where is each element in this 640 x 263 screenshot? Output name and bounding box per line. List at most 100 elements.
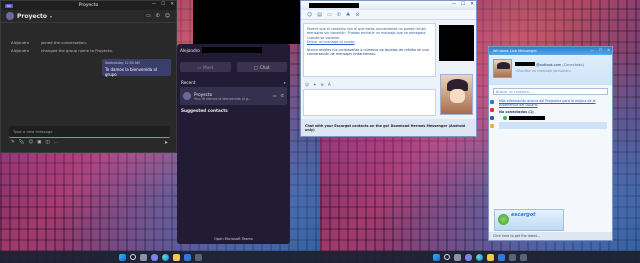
redacted-block	[309, 3, 359, 8]
recent-header: Recent ⌕	[177, 80, 290, 85]
personal-message[interactable]: <Escribe un mensaje personal>	[515, 69, 584, 73]
selected-row[interactable]	[499, 122, 607, 129]
mail-icon[interactable]	[490, 100, 494, 104]
chat-label: Chat	[259, 64, 270, 70]
recent-chat-item[interactable]: Proyecto You: Te damos la bienvenida al …	[180, 87, 287, 105]
search-icon[interactable]: ⌕	[284, 80, 286, 85]
character-face	[450, 89, 465, 103]
spaces-icon[interactable]	[490, 108, 494, 112]
event-user: Alejandro	[11, 47, 29, 53]
maximize-button[interactable]: ☐	[599, 48, 602, 52]
video-icon: ▭	[197, 64, 202, 70]
minimize-button[interactable]: —	[152, 2, 157, 7]
call-icon[interactable]: ✆	[337, 12, 341, 18]
messenger-sidebar	[490, 100, 495, 128]
escargot-brand: escargot	[511, 212, 536, 218]
emoji-icon[interactable]: ☺	[28, 140, 33, 145]
open-teams-link[interactable]: Open Microsoft Teams	[177, 237, 290, 241]
chat-icon: ▢	[253, 64, 258, 70]
witch-hat	[497, 62, 510, 69]
attach-icon[interactable]: 📎	[19, 140, 25, 145]
flyout-user-name: Alejandro	[180, 47, 200, 53]
my-status[interactable]: (Conectado)	[562, 63, 584, 67]
redacted-block	[509, 116, 545, 120]
maximize-button[interactable]: ☐	[461, 2, 465, 7]
store-icon[interactable]	[183, 253, 191, 261]
search-icon[interactable]	[444, 254, 450, 260]
message-input[interactable]: Type a new message	[9, 126, 170, 138]
teams-chat-icon[interactable]	[465, 253, 472, 261]
contact-display-picture	[440, 74, 473, 115]
close-button[interactable]: ✕	[470, 2, 474, 7]
audio-call-icon[interactable]: ✆	[156, 13, 160, 19]
teams-chat-icon[interactable]	[150, 253, 158, 261]
task-view-icon[interactable]	[454, 253, 461, 261]
more-icon[interactable]: …	[54, 140, 59, 145]
invite-icon[interactable]: ☺	[307, 12, 312, 18]
video-icon[interactable]: ▭	[327, 12, 332, 18]
format-icon[interactable]: ✎	[11, 140, 15, 145]
messenger-taskbar-icon[interactable]	[509, 253, 516, 261]
escargot-banner[interactable]: escargot	[494, 209, 564, 231]
minimize-button[interactable]: —	[590, 48, 594, 52]
video-call-icon[interactable]: ▭	[273, 93, 277, 98]
app-icon[interactable]	[194, 253, 202, 261]
desktop-left: 69 Proyecto — ☐ ✕ Proyecto ▾ ▭ ✆ ☺ Aleja…	[0, 0, 320, 263]
teams-flyout: Alejandro ▭ Meet ▢ Chat Recent ⌕ Proyect…	[177, 44, 290, 244]
audio-call-icon[interactable]: ✆	[281, 93, 284, 98]
messenger-taskbar-icon[interactable]	[520, 253, 527, 261]
maximize-button[interactable]: ☐	[161, 2, 165, 7]
system-event: Alejandro joined the conversation.	[1, 38, 176, 46]
conversation-toolbar: ☺ ▤ ▭ ✆ ♣ ⊘	[301, 10, 476, 20]
contact-row[interactable]	[503, 116, 612, 120]
people-icon[interactable]: ☺	[165, 13, 170, 19]
email-link[interactable]: Enviar un mensaje al correo	[307, 40, 432, 44]
files-icon[interactable]: ▤	[317, 12, 322, 18]
minimize-button[interactable]: —	[452, 2, 457, 7]
ceip-notice-link[interactable]: Más información acerca del Programa para…	[499, 99, 599, 107]
start-icon[interactable]	[118, 253, 126, 261]
chat-name[interactable]: Proyecto	[17, 13, 47, 20]
file-explorer-icon[interactable]	[172, 253, 180, 261]
contact-search-input[interactable]: Buscar un contacto...	[493, 88, 608, 95]
message-bubble[interactable]: Wednesday 12:50 AM Te damos la bienvenid…	[102, 59, 171, 77]
my-display-picture[interactable]	[493, 59, 512, 78]
redacted-area	[193, 0, 300, 44]
message-timestamp: Wednesday 12:50 AM	[105, 61, 140, 65]
escargot-ad-footer[interactable]: Chat with your Escargot contacts on the …	[301, 119, 476, 136]
input-toolbar: ☺ ✦ ≋ A	[303, 81, 436, 88]
message-input[interactable]	[303, 89, 436, 116]
edge-icon[interactable]	[161, 253, 169, 261]
video-call-icon[interactable]: ▭	[146, 13, 151, 19]
task-view-icon[interactable]	[139, 253, 147, 261]
gif-icon[interactable]: ▣	[37, 140, 41, 145]
status-icon	[503, 116, 507, 120]
sticker-icon[interactable]: ◫	[45, 140, 49, 145]
start-icon[interactable]	[433, 253, 440, 261]
search-icon[interactable]	[129, 254, 136, 260]
facebook-icon[interactable]	[490, 116, 494, 120]
messenger-status-bar[interactable]: Click here to get the latest...	[489, 232, 612, 240]
store-icon[interactable]	[498, 253, 505, 261]
offline-group-header[interactable]: No conectados (1)	[499, 110, 612, 114]
chevron-down-icon[interactable]: ▾	[50, 14, 52, 19]
my-email: @outlook.com	[536, 63, 562, 67]
emoticon-icon[interactable]: ☺	[305, 82, 309, 87]
escargot-conversation-window: — ☐ ✕ ☺ ▤ ▭ ✆ ♣ ⊘ Parece que el contacto…	[300, 0, 477, 137]
close-button[interactable]: ✕	[607, 48, 610, 52]
chat-button[interactable]: ▢ Chat	[236, 62, 287, 72]
profile-panel: @outlook.com (Conectado) <Escribe un men…	[489, 55, 612, 85]
edge-icon[interactable]	[476, 253, 483, 261]
games-icon[interactable]: ♣	[346, 12, 350, 18]
news-icon[interactable]	[490, 124, 494, 128]
redacted-block	[515, 62, 535, 66]
meet-button[interactable]: ▭ Meet	[180, 62, 231, 72]
block-icon[interactable]: ⊘	[355, 12, 359, 18]
file-explorer-icon[interactable]	[487, 253, 494, 261]
nudge-icon[interactable]: ≋	[321, 82, 324, 87]
font-icon[interactable]: A	[328, 82, 331, 87]
wink-icon[interactable]: ✦	[313, 82, 316, 87]
close-button[interactable]: ✕	[170, 2, 174, 7]
security-warning: Nunca reveles tus contraseñas o números …	[307, 48, 429, 57]
send-icon[interactable]: ➤	[164, 140, 168, 146]
